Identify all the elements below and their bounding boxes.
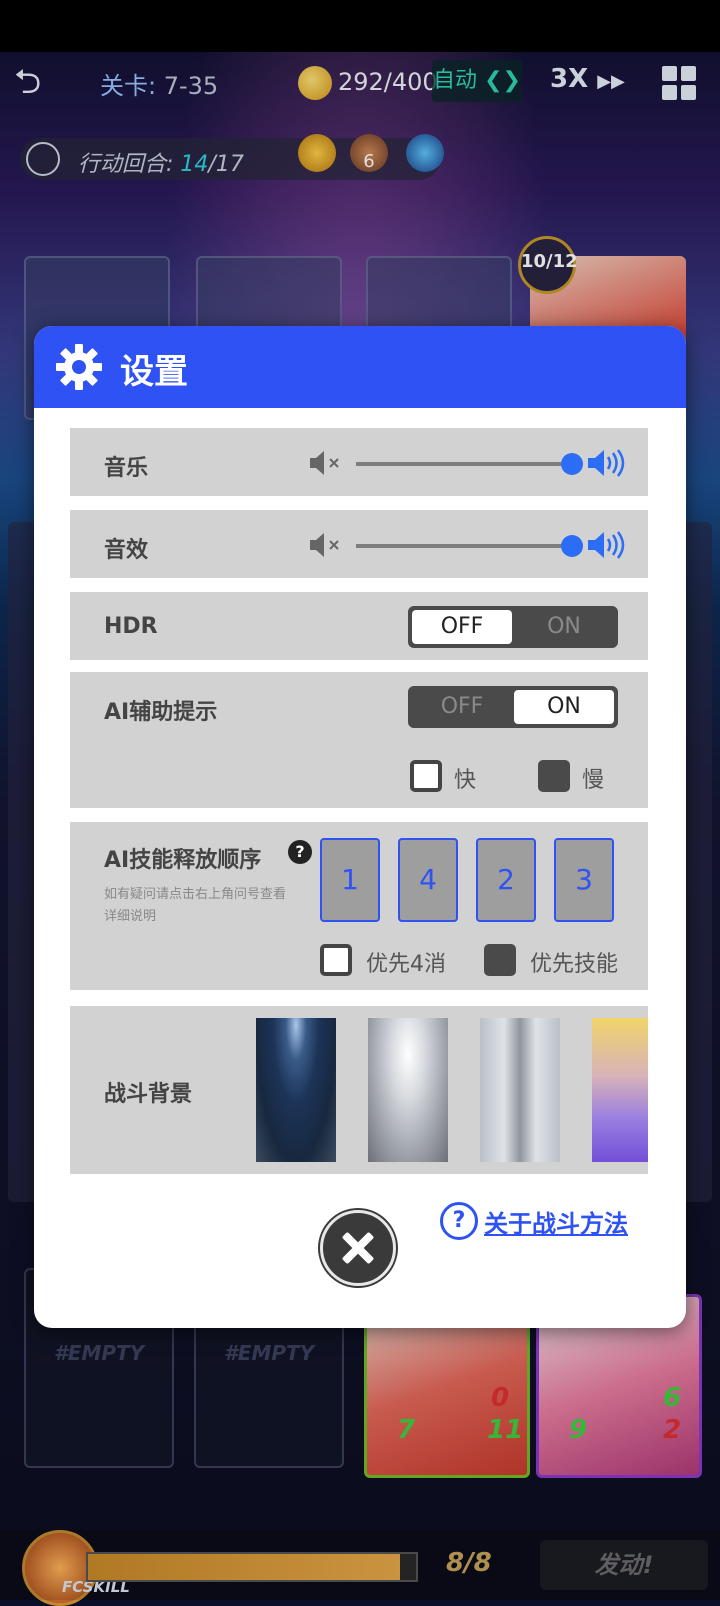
sfx-slider-thumb[interactable] — [561, 535, 583, 557]
hdr-toggle[interactable]: OFF ON — [408, 606, 618, 648]
ai-hint-toggle[interactable]: OFF ON — [408, 686, 618, 728]
hdr-on-option[interactable]: ON — [514, 610, 614, 644]
ai-hint-row: AI辅助提示 OFF ON 快 慢 — [70, 672, 648, 808]
ai-order-hint: 如有疑问请点击右上角问号查看详细说明 — [104, 887, 287, 924]
sfx-label: 音效 — [104, 538, 149, 563]
ai-order-row: AI技能释放顺序 ? 如有疑问请点击右上角问号查看详细说明 1 4 2 3 优先… — [70, 822, 648, 990]
volume-icon[interactable] — [586, 530, 626, 560]
help-question-icon[interactable]: ? — [288, 840, 312, 864]
ai-hint-label: AI辅助提示 — [104, 700, 218, 725]
prefer-skill-label: 优先技能 — [530, 952, 619, 977]
music-slider[interactable] — [356, 462, 572, 466]
battle-bg-row: 战斗背景 — [70, 1006, 648, 1174]
ai-order-label: AI技能释放顺序 — [104, 848, 262, 873]
music-row: 音乐 — [70, 428, 648, 496]
bg-option-space[interactable] — [256, 1018, 336, 1162]
bg-option-mist[interactable] — [480, 1018, 560, 1162]
music-label: 音乐 — [104, 456, 149, 481]
hdr-label: HDR — [104, 614, 158, 639]
battle-bg-label: 战斗背景 — [104, 1082, 193, 1107]
slow-checkbox[interactable] — [538, 760, 570, 792]
help-circle-icon: ? — [440, 1202, 478, 1240]
prefer-skill-checkbox[interactable] — [484, 944, 516, 976]
mute-icon[interactable] — [308, 532, 348, 558]
close-button[interactable] — [320, 1210, 396, 1286]
order-slot-1[interactable]: 1 — [320, 838, 380, 922]
order-slot-4[interactable]: 3 — [554, 838, 614, 922]
hdr-off-option[interactable]: OFF — [412, 610, 512, 644]
order-slot-3[interactable]: 2 — [476, 838, 536, 922]
settings-dialog: 设置 音乐 音效 HDR OFF ON AI辅助提示 OFF ON 快 慢 AI… — [34, 326, 686, 1328]
bg-option-sunset[interactable] — [592, 1018, 648, 1162]
prefer-4-checkbox[interactable] — [320, 944, 352, 976]
dialog-title: 设置 — [120, 352, 188, 392]
prefer-4-label: 优先4消 — [366, 952, 446, 977]
dialog-header: 设置 — [34, 326, 686, 408]
gear-icon — [56, 344, 102, 390]
battle-help-text: 关于战斗方法 — [484, 1210, 628, 1238]
sfx-slider[interactable] — [356, 544, 572, 548]
volume-icon[interactable] — [586, 448, 626, 478]
music-slider-thumb[interactable] — [561, 453, 583, 475]
bg-option-hall[interactable] — [368, 1018, 448, 1162]
status-bar — [0, 0, 720, 52]
mute-icon[interactable] — [308, 450, 348, 476]
ai-hint-off-option[interactable]: OFF — [412, 690, 512, 724]
sfx-row: 音效 — [70, 510, 648, 578]
ai-hint-on-option[interactable]: ON — [514, 690, 614, 724]
fast-label: 快 — [454, 768, 477, 793]
order-slot-2[interactable]: 4 — [398, 838, 458, 922]
slow-label: 慢 — [582, 768, 605, 793]
hdr-row: HDR OFF ON — [70, 592, 648, 660]
fast-checkbox[interactable] — [410, 760, 442, 792]
